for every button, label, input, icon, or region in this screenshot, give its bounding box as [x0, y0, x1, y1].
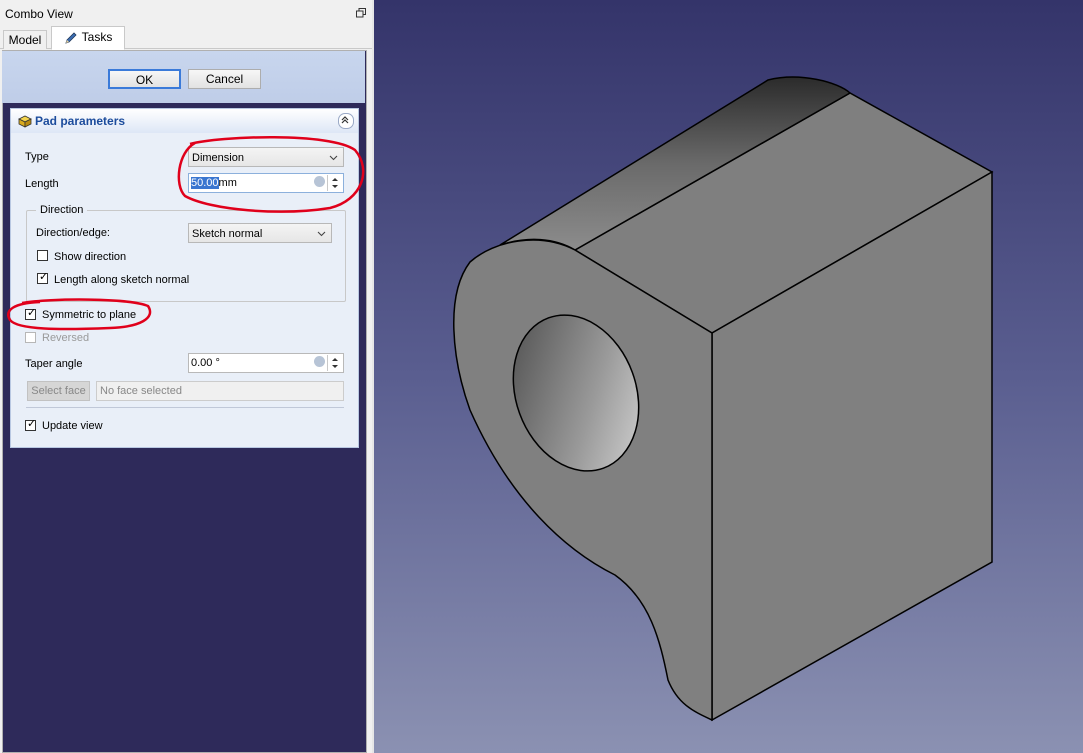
tab-model-label: Model: [8, 33, 42, 47]
symmetric-to-plane-label: Symmetric to plane: [42, 309, 137, 321]
collapse-button[interactable]: [338, 113, 354, 129]
direction-legend: Direction: [36, 204, 88, 216]
tab-bar: Model Tasks: [0, 26, 372, 50]
checkmark-icon: ✓: [27, 307, 37, 319]
taper-angle-spinbox[interactable]: 0.00 °: [188, 353, 344, 373]
3d-viewport[interactable]: [374, 0, 1083, 753]
expression-icon[interactable]: [314, 356, 325, 367]
direction-edge-value: Sketch normal: [192, 228, 263, 240]
direction-edge-label: Direction/edge:: [36, 227, 110, 239]
length-unit: mm: [218, 177, 237, 189]
tab-tasks[interactable]: Tasks: [51, 26, 125, 50]
checkmark-icon: ✓: [39, 271, 49, 283]
pad-parameters-title: Pad parameters: [35, 114, 126, 128]
undock-icon[interactable]: [356, 8, 366, 18]
pencil-icon: [65, 32, 77, 44]
symmetric-to-plane-checkbox[interactable]: ✓: [25, 307, 37, 320]
taper-angle-value: 0.00 °: [191, 357, 220, 369]
update-view-checkbox[interactable]: ✓: [25, 418, 37, 431]
type-label: Type: [25, 151, 49, 163]
pad-icon: [18, 115, 32, 128]
separator: [26, 407, 344, 408]
spin-arrows[interactable]: [327, 355, 342, 371]
update-view-label: Update view: [42, 420, 103, 432]
spin-arrows[interactable]: [327, 175, 342, 191]
cancel-button[interactable]: Cancel: [188, 69, 261, 89]
checkmark-icon: ✓: [27, 418, 37, 430]
dialog-button-area: [2, 51, 365, 103]
combo-view-panel: Combo View Model Tasks OK Cancel Pad par…: [0, 0, 372, 753]
chevron-down-icon: [329, 155, 338, 161]
show-direction-checkbox[interactable]: [37, 250, 48, 261]
length-label: Length: [25, 178, 59, 190]
length-value: 50.00: [191, 177, 219, 189]
length-along-normal-checkbox[interactable]: ✓: [37, 271, 49, 284]
ok-button[interactable]: OK: [108, 69, 181, 89]
length-along-normal-label: Length along sketch normal: [54, 274, 190, 286]
combo-view-titlebar: Combo View: [0, 4, 372, 24]
type-select-value: Dimension: [192, 152, 244, 164]
taper-angle-label: Taper angle: [25, 358, 83, 370]
length-spinbox[interactable]: 50.00mm: [188, 173, 344, 193]
reversed-checkbox[interactable]: [25, 332, 36, 343]
front-face: [453, 239, 713, 722]
reversed-label: Reversed: [42, 332, 90, 344]
tab-tasks-label: Tasks: [81, 30, 113, 44]
combo-view-title: Combo View: [5, 7, 73, 21]
3d-part-model: [453, 76, 994, 722]
select-face-button[interactable]: Select face: [27, 381, 90, 401]
type-select[interactable]: Dimension: [188, 147, 344, 167]
double-chevron-up-icon: [341, 116, 349, 124]
pad-parameters-header: Pad parameters: [11, 109, 358, 133]
direction-edge-select[interactable]: Sketch normal: [188, 223, 332, 243]
expression-icon[interactable]: [314, 176, 325, 187]
tab-model[interactable]: Model: [3, 30, 47, 49]
face-field-text: No face selected: [100, 385, 182, 397]
face-field: No face selected: [96, 381, 344, 401]
chevron-down-icon: [317, 231, 326, 237]
show-direction-label: Show direction: [54, 251, 127, 263]
